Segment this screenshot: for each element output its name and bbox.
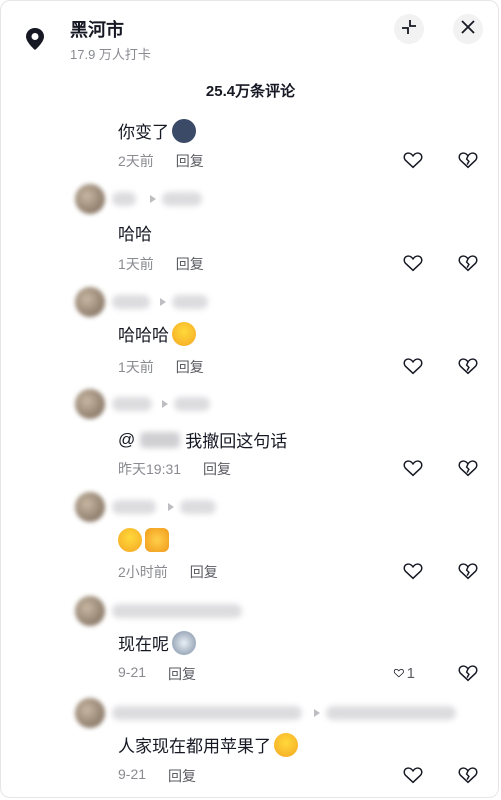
reply-button[interactable]: 回复 bbox=[168, 766, 196, 786]
comment-text: 现在呢 bbox=[118, 630, 196, 655]
like-count: 1 bbox=[406, 664, 415, 682]
laugh-cry-emoji bbox=[118, 528, 142, 552]
thumbs-up-emoji bbox=[145, 528, 169, 552]
comment-text: 哈哈 bbox=[118, 220, 152, 245]
dislike-broken-heart-icon[interactable] bbox=[457, 149, 479, 171]
comment-item: 现在呢 9-21 回复 1 bbox=[0, 592, 501, 692]
reply-button[interactable]: 回复 bbox=[176, 254, 204, 274]
avatar[interactable] bbox=[75, 287, 105, 317]
reply-arrow-icon bbox=[168, 503, 174, 511]
reply-arrow-icon bbox=[150, 195, 156, 203]
blurred-username bbox=[180, 500, 216, 514]
comment-meta: 2天前 回复 bbox=[118, 151, 204, 171]
comment-item: @ 我撤回这句话 昨天19:31 回复 bbox=[0, 385, 501, 485]
like-heart-icon bbox=[393, 668, 404, 678]
laugh-cry-emoji bbox=[274, 732, 298, 757]
avatar[interactable] bbox=[75, 596, 105, 626]
comment-meta: 1天前 回复 bbox=[118, 254, 204, 274]
comment-item: 人家现在都用苹果了 9-21 回复 bbox=[0, 694, 501, 794]
like-heart-icon[interactable] bbox=[402, 457, 424, 479]
blurred-username bbox=[112, 604, 242, 618]
dislike-broken-heart-icon[interactable] bbox=[457, 252, 479, 274]
comment-meta: 9-21 回复 bbox=[118, 766, 196, 786]
comment-meta: 9-21 回复 bbox=[118, 664, 196, 684]
like-heart-icon[interactable] bbox=[402, 149, 424, 171]
comment-item: 哈哈哈 1天前 回复 bbox=[0, 283, 501, 383]
comment-time: 9-21 bbox=[118, 664, 147, 680]
like-heart-icon[interactable] bbox=[402, 252, 424, 274]
collapse-icon bbox=[400, 18, 418, 41]
comment-item: 你变了 2天前 回复 bbox=[0, 110, 501, 180]
blurred-username bbox=[112, 397, 152, 411]
reply-button[interactable]: 回复 bbox=[203, 459, 231, 479]
blurred-mention[interactable] bbox=[140, 431, 181, 448]
dislike-broken-heart-icon[interactable] bbox=[457, 764, 479, 786]
comment-text-content: 现在呢 bbox=[118, 635, 169, 654]
dislike-broken-heart-icon[interactable] bbox=[457, 457, 479, 479]
comment-text-content: 人家现在都用苹果了 bbox=[118, 737, 271, 756]
comment-item: 2小时前 回复 bbox=[0, 488, 501, 588]
comments-count-title: 25.4万条评论 bbox=[205, 83, 296, 100]
avatar[interactable] bbox=[75, 389, 105, 419]
blurred-username bbox=[112, 295, 150, 309]
mention-at: @ bbox=[118, 429, 136, 449]
comment-meta: 昨天19:31 回复 bbox=[118, 459, 231, 479]
reply-arrow-icon bbox=[162, 400, 168, 408]
close-button[interactable] bbox=[453, 14, 483, 44]
like-heart-icon[interactable] bbox=[402, 560, 424, 582]
laugh-cry-emoji bbox=[172, 321, 196, 346]
comment-text-content: 我撤回这句话 bbox=[185, 432, 288, 451]
comment-text: 哈哈哈 bbox=[118, 321, 196, 346]
blurred-username bbox=[172, 295, 208, 309]
comment-time: 2小时前 bbox=[118, 564, 168, 580]
comment-text: 你变了 bbox=[118, 118, 196, 143]
comment-time: 1天前 bbox=[118, 256, 154, 272]
blurred-username bbox=[174, 397, 210, 411]
dislike-broken-heart-icon[interactable] bbox=[457, 662, 479, 684]
comment-text-content: 哈哈哈 bbox=[118, 326, 169, 345]
blurred-username bbox=[162, 192, 202, 206]
reply-arrow-icon bbox=[314, 709, 320, 717]
like-heart-icon[interactable] bbox=[402, 355, 424, 377]
comment-time: 2天前 bbox=[118, 153, 154, 169]
comment-text-content: 你变了 bbox=[118, 123, 169, 142]
reply-button[interactable]: 回复 bbox=[190, 562, 218, 582]
blurred-username bbox=[112, 500, 156, 514]
like-heart-icon[interactable] bbox=[402, 764, 424, 786]
blurred-username bbox=[112, 706, 302, 720]
comment-text: 人家现在都用苹果了 bbox=[118, 732, 298, 757]
comment-meta: 2小时前 回复 bbox=[118, 562, 218, 582]
cool-emoji bbox=[172, 118, 196, 143]
comment-time: 1天前 bbox=[118, 359, 154, 375]
comment-text bbox=[118, 528, 169, 552]
reply-button[interactable]: 回复 bbox=[176, 151, 204, 171]
reply-button[interactable]: 回复 bbox=[176, 357, 204, 377]
location-pin-icon bbox=[22, 26, 48, 52]
comment-time: 9-21 bbox=[118, 766, 147, 782]
comment-time: 昨天19:31 bbox=[118, 461, 182, 477]
comment-text-content: 哈哈 bbox=[118, 225, 152, 244]
dislike-broken-heart-icon[interactable] bbox=[457, 560, 479, 582]
city-name[interactable]: 黑河市 bbox=[70, 16, 124, 42]
close-icon bbox=[460, 19, 476, 40]
checkin-count: 17.9 万人打卡 bbox=[70, 47, 151, 62]
husky-emoji bbox=[172, 630, 196, 655]
comment-meta: 1天前 回复 bbox=[118, 357, 204, 377]
reply-button[interactable]: 回复 bbox=[168, 664, 196, 684]
dislike-broken-heart-icon[interactable] bbox=[457, 355, 479, 377]
avatar[interactable] bbox=[75, 184, 105, 214]
comment-text: @ 我撤回这句话 bbox=[118, 427, 287, 452]
blurred-username bbox=[326, 706, 456, 720]
avatar[interactable] bbox=[75, 698, 105, 728]
blurred-username bbox=[112, 192, 136, 206]
avatar[interactable] bbox=[75, 492, 105, 522]
comment-item: 哈哈 1天前 回复 bbox=[0, 180, 501, 280]
like-button[interactable]: 1 bbox=[393, 662, 415, 684]
reply-arrow-icon bbox=[160, 298, 166, 306]
collapse-button[interactable] bbox=[394, 14, 424, 44]
